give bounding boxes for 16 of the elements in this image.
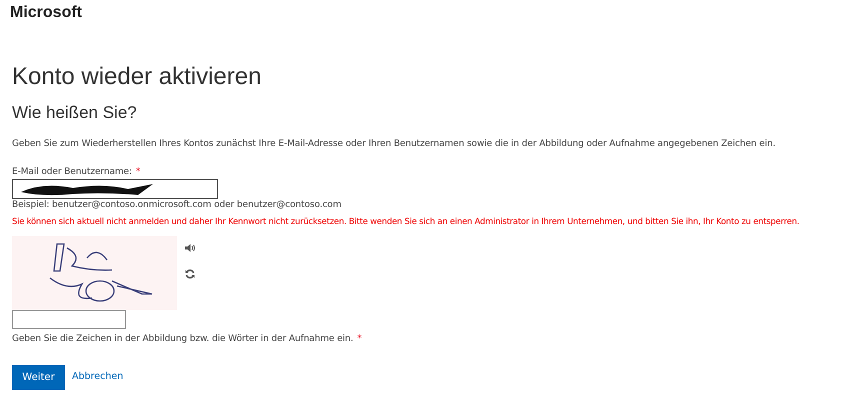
captcha-field[interactable] — [12, 310, 126, 329]
next-button[interactable]: Weiter — [12, 365, 65, 390]
page-subtitle: Wie heißen Sie? — [12, 102, 138, 124]
field-label: E-Mail oder Benutzername: — [12, 166, 132, 178]
required-mark: * — [357, 333, 362, 345]
instructions: Geben Sie zum Wiederherstellen Ihres Kontos zunächst Ihre E-Mail-Adresse oder Ihren Benutzernamen sowie die in der Abbildung oder Aufnahme angegebenen Zeichen ein. — [12, 138, 776, 150]
error-message: Sie können sich aktuell nicht anmelden und daher Ihr Kennwort nicht zurücksetzen. Bitte wenden Sie sich an einen Administrator in Ihrem Unternehmen, und bitten Sie ihn, Ihr Konto zu entsperren. — [12, 215, 800, 227]
page-title: Konto wieder aktivieren — [12, 62, 262, 92]
email-field[interactable] — [12, 179, 218, 199]
example-text: Beispiel: benutzer@contoso.onmicrosoft.com oder benutzer@contoso.com — [12, 199, 342, 211]
cancel-link[interactable]: Abbrechen — [65, 370, 124, 385]
speaker-icon[interactable] — [185, 243, 195, 253]
captcha-hint: Geben Sie die Zeichen in der Abbildung bzw. die Wörter in der Aufnahme ein. — [12, 333, 354, 345]
refresh-icon[interactable] — [185, 269, 195, 279]
logo: Microsoft — [10, 3, 82, 23]
required-mark: * — [136, 166, 140, 178]
